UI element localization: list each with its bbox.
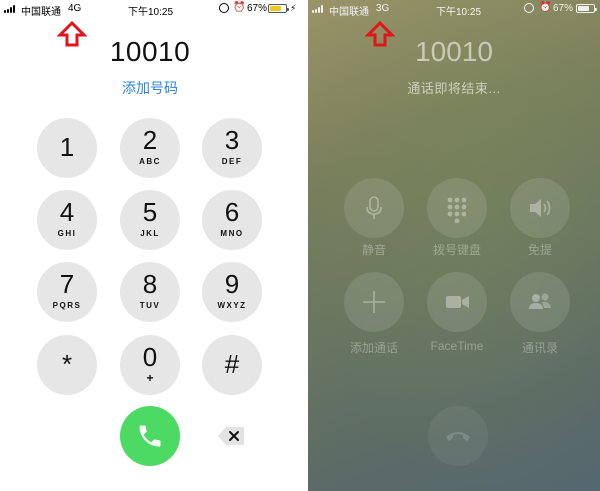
mute-button[interactable] [344,178,404,238]
call-status: 通话即将结束... [407,81,501,96]
key-hash[interactable]: # [202,335,262,395]
end-call-button[interactable] [428,406,488,466]
video-camera-icon [446,296,469,308]
call-button[interactable] [120,406,180,466]
key-9[interactable]: 9 WXYZ [202,262,262,322]
key-3[interactable]: 3 DEF [202,118,262,178]
key-digit: 8 [142,269,158,299]
add-call-button[interactable] [344,272,404,332]
alarm-icon: ⏰ [233,2,246,13]
contacts-icon [529,293,551,309]
call-number: 10010 [415,36,493,67]
status-bar: 中国联通 3G 下午10:25 ⏰ 67% [308,0,600,18]
battery-percent: 67% [247,3,268,14]
key-digit: 4 [59,197,75,227]
status-time: 下午10:25 [436,7,482,18]
speaker-label: 免提 [527,243,552,257]
contacts-button[interactable] [510,272,570,332]
key-letters: ABC [139,157,161,166]
key-star[interactable]: * [37,335,97,395]
key-digit: # [224,349,240,379]
battery-fill [578,6,589,11]
status-bar: 中国联通 4G 下午10:25 ⏰ 67% ⚡ [0,0,300,18]
dialed-number: 10010 [109,36,191,67]
add-number-link[interactable]: 添加号码 [0,78,300,98]
key-digit: 7 [59,269,75,299]
key-digit: * [61,349,73,379]
key-letters: TUV [139,301,161,310]
key-letters: WXYZ [217,301,247,310]
key-6[interactable]: 6 MNO [202,190,262,250]
key-digit: 3 [224,125,240,155]
contacts-label: 通讯录 [521,341,558,355]
signal-icon [312,5,326,13]
plus-icon [363,291,385,313]
battery-percent: 67% [553,3,574,14]
mute-microphone-icon [366,196,382,219]
signal-icon [4,5,18,13]
key-letters: JKL [140,229,160,238]
keypad-icon [447,197,467,223]
battery-icon [268,4,289,13]
key-1[interactable]: 1 [37,118,97,178]
key-5[interactable]: 5 JKL [120,190,180,250]
orientation-lock-icon [524,3,534,13]
key-digit: 5 [142,197,158,227]
keypad-button[interactable] [427,178,487,238]
battery-fill [270,6,281,11]
charging-bolt-icon: ⚡ [290,3,297,13]
call-screen: 中国联通 3G 下午10:25 ⏰ 67% 10010 通话即将结束... 静音 [308,0,600,491]
network-type: 3G [376,3,390,14]
battery-icon [576,4,597,13]
status-time: 下午10:25 [128,7,174,18]
key-letters: DEF [221,157,243,166]
network-type: 4G [68,3,82,14]
speaker-button[interactable] [510,178,570,238]
key-digit: 6 [224,197,240,227]
carrier-label: 中国联通 [21,7,61,18]
dialer-screen: 中国联通 4G 下午10:25 ⏰ 67% ⚡ 10010 添加号码 1 2 ABC… [0,0,300,491]
key-2[interactable]: 2 ABC [120,118,180,178]
facetime-button[interactable] [427,272,487,332]
key-letters: + [146,371,154,385]
key-letters: MNO [220,229,244,238]
key-7[interactable]: 7 PQRS [37,262,97,322]
key-digit: 1 [59,132,75,162]
key-digit: 2 [142,125,158,155]
alarm-icon: ⏰ [539,2,552,13]
key-4[interactable]: 4 GHI [37,190,97,250]
speaker-icon [530,199,551,217]
key-letters: PQRS [52,301,82,310]
panel-divider [300,0,308,491]
phone-icon [139,425,161,447]
key-0[interactable]: 0 + [120,335,180,395]
end-call-icon [446,432,470,441]
key-8[interactable]: 8 TUV [120,262,180,322]
key-letters: GHI [57,229,77,238]
key-digit: 9 [224,269,240,299]
orientation-lock-icon [219,3,229,13]
carrier-label: 中国联通 [329,7,369,18]
key-digit: 0 [142,342,158,372]
backspace-icon[interactable] [217,425,245,447]
